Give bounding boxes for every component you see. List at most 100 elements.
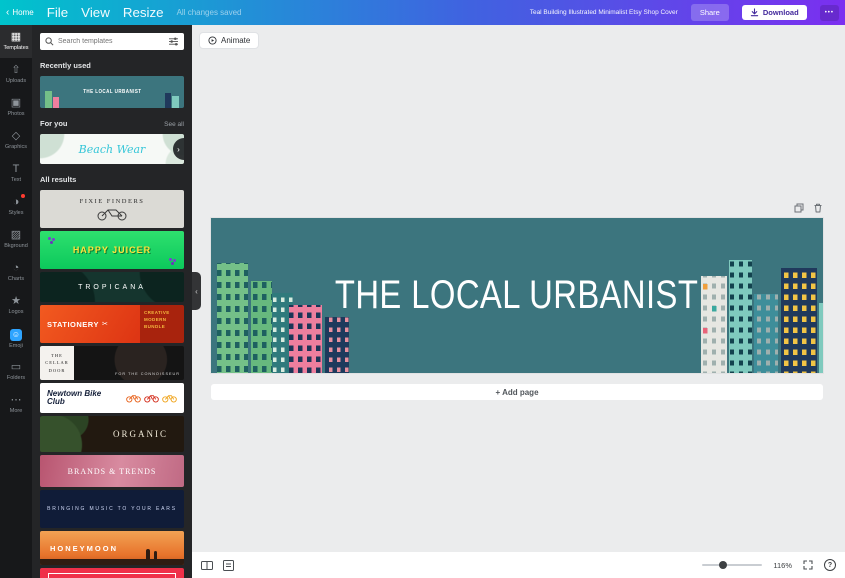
- template-thumbnail-stationery[interactable]: STATIONERY ✂ CREATIVE MODERN BUNDLE: [40, 305, 184, 343]
- sidebar-item-more[interactable]: ⋯ More: [0, 388, 32, 421]
- zoom-slider[interactable]: [702, 564, 762, 566]
- workspace: Animate: [192, 25, 845, 578]
- zoom-slider-handle[interactable]: [719, 561, 727, 569]
- template-thumbnail-happy-juicer[interactable]: HAPPY JUICER: [40, 231, 184, 269]
- bicycle-icon: [126, 393, 141, 403]
- sidebar-item-graphics[interactable]: ◇ Graphics: [0, 124, 32, 157]
- template-thumbnail-brands-trends[interactable]: BRANDS & TRENDS: [40, 455, 184, 487]
- add-page-button[interactable]: + Add page: [211, 384, 823, 400]
- template-side-text: FOR THE CONNOISSEUR: [74, 346, 184, 380]
- download-icon: [750, 8, 759, 17]
- search-input[interactable]: [58, 38, 164, 45]
- uploads-icon: ⇧: [11, 65, 20, 76]
- grapes-icon: [48, 237, 51, 240]
- home-label: Home: [12, 8, 33, 17]
- folders-icon: ▭: [11, 362, 21, 373]
- section-header-for-you: For you: [40, 119, 68, 128]
- page-actions: [794, 203, 823, 213]
- notes-button[interactable]: [223, 560, 234, 571]
- template-thumbnail-fixie-finders[interactable]: FIXIE FINDERS: [40, 190, 184, 228]
- template-title: FIXIE FINDERS: [80, 198, 145, 205]
- panel-collapse-icon: ‹: [195, 287, 198, 296]
- duplicate-page-button[interactable]: [794, 203, 804, 213]
- silhouette-figure: [146, 549, 150, 560]
- sidebar-item-styles[interactable]: ◑ Styles: [0, 190, 32, 223]
- template-thumbnail-bringing-music[interactable]: BRINGING MUSIC TO YOUR EARS: [40, 490, 184, 528]
- grapes-icon: [169, 258, 172, 261]
- duplicate-page-icon: [794, 203, 804, 213]
- template-title: TROPICANA: [78, 284, 146, 291]
- delete-page-icon: [813, 203, 823, 213]
- design-title-text[interactable]: THE LOCAL URBANIST: [335, 273, 698, 318]
- menu-resize[interactable]: Resize: [123, 5, 164, 20]
- menu-view[interactable]: View: [81, 5, 110, 20]
- more-options-button[interactable]: •••: [820, 5, 839, 21]
- sidebar-item-background[interactable]: ▨ Bkground: [0, 223, 32, 256]
- template-title: THE LOCAL URBANIST: [83, 89, 141, 95]
- buildings-right-illustration[interactable]: [701, 248, 823, 373]
- filter-icon[interactable]: [168, 37, 179, 46]
- search-bar[interactable]: [40, 33, 184, 50]
- graphics-icon: ◇: [12, 131, 20, 142]
- template-thumbnail-tropicana[interactable]: TROPICANA: [40, 272, 184, 302]
- emoji-icon: ☺: [10, 329, 22, 341]
- bicycle-icon: [162, 393, 177, 403]
- template-title: HONEYMOON: [50, 544, 118, 553]
- template-side-text: CREATIVE MODERN BUNDLE: [140, 305, 184, 343]
- document-title[interactable]: Teal Building Illustrated Minimalist Ets…: [530, 9, 678, 16]
- fullscreen-icon: [803, 560, 813, 570]
- sidebar-item-text[interactable]: T Text: [0, 157, 32, 190]
- animate-icon: [208, 36, 217, 45]
- template-thumbnail-recent[interactable]: THE LOCAL URBANIST: [40, 76, 184, 108]
- design-canvas[interactable]: THE LOCAL URBANIST: [211, 218, 823, 373]
- photos-icon: ▣: [11, 98, 21, 109]
- pages-view-button[interactable]: [201, 560, 213, 571]
- search-icon: [45, 37, 54, 46]
- template-thumbnail-cellar-door[interactable]: THE CELLAR DOOR FOR THE CONNOISSEUR: [40, 346, 184, 380]
- template-title: HAPPY JUICER: [73, 245, 151, 255]
- sidebar-item-uploads[interactable]: ⇧ Uploads: [0, 58, 32, 91]
- sidebar-item-folders[interactable]: ▭ Folders: [0, 355, 32, 388]
- new-badge: [21, 194, 25, 198]
- template-title: Newtown Bike Club: [47, 390, 105, 407]
- share-button[interactable]: Share: [691, 4, 729, 21]
- pages-icon: [201, 560, 213, 571]
- template-thumbnail-partial[interactable]: [40, 568, 184, 578]
- template-thumbnail-organic[interactable]: ORGANIC: [40, 416, 184, 452]
- sidebar-item-logos[interactable]: ★ Logos: [0, 289, 32, 322]
- help-button[interactable]: ?: [824, 559, 836, 571]
- bicycle-icon: [144, 393, 159, 403]
- panel-collapse-handle[interactable]: ‹: [192, 272, 201, 310]
- text-icon: T: [13, 164, 20, 175]
- template-title: THE CELLAR DOOR: [40, 346, 74, 380]
- sidebar-item-templates[interactable]: ▦ Templates: [0, 25, 32, 58]
- charts-icon: ◔: [13, 263, 20, 274]
- top-bar: ‹ Home File View Resize All changes save…: [0, 0, 845, 25]
- template-title: ORGANIC: [113, 429, 168, 439]
- sidebar-item-emoji[interactable]: ☺ Emoji: [0, 322, 32, 355]
- fullscreen-button[interactable]: [803, 560, 813, 570]
- template-title: BRINGING MUSIC TO YOUR EARS: [47, 506, 177, 512]
- border-frame: [48, 573, 176, 578]
- section-header-recently-used: Recently used: [40, 61, 184, 70]
- template-thumbnail-honeymoon[interactable]: HONEYMOON: [40, 531, 184, 565]
- mini-building: [165, 93, 171, 108]
- delete-page-button[interactable]: [813, 203, 823, 213]
- sidebar-item-charts[interactable]: ◔ Charts: [0, 256, 32, 289]
- carousel-next-button[interactable]: ›: [173, 138, 184, 160]
- home-button[interactable]: ‹ Home: [6, 8, 34, 18]
- menu-file[interactable]: File: [47, 5, 68, 20]
- bicycle-icon: [95, 207, 129, 221]
- templates-panel: Recently used THE LOCAL URBANIST For you…: [32, 25, 192, 578]
- download-button[interactable]: Download: [742, 5, 807, 20]
- animate-button[interactable]: Animate: [199, 32, 259, 49]
- template-thumbnail-beach-wear[interactable]: Beach Wear ›: [40, 134, 184, 164]
- template-thumbnail-newtown-bike-club[interactable]: Newtown Bike Club: [40, 383, 184, 413]
- sidebar-rail: ▦ Templates ⇧ Uploads ▣ Photos ◇ Graphic…: [0, 25, 32, 578]
- sidebar-item-photos[interactable]: ▣ Photos: [0, 91, 32, 124]
- mini-building: [53, 97, 59, 108]
- back-chevron-icon: ‹: [6, 8, 9, 18]
- save-status: All changes saved: [177, 8, 242, 17]
- background-icon: ▨: [11, 230, 21, 241]
- see-all-link[interactable]: See all: [164, 121, 184, 128]
